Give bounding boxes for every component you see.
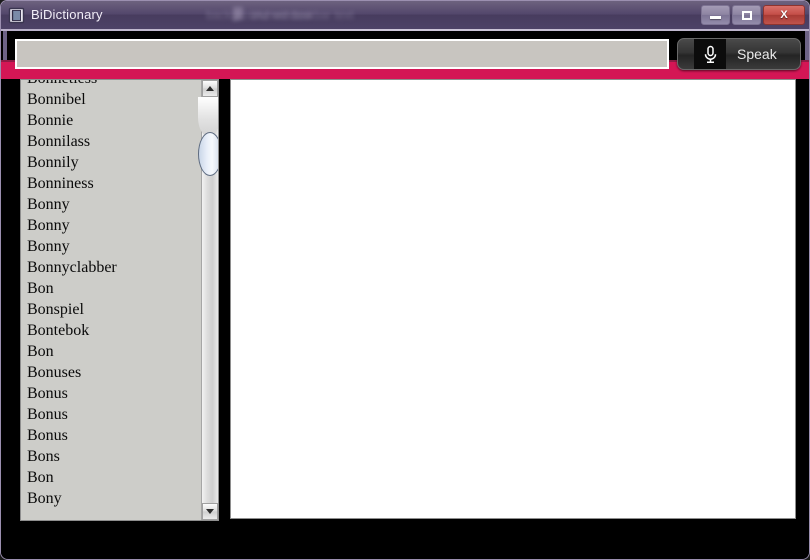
ghost-text-left: background window — [206, 8, 313, 22]
triangle-up-icon — [206, 86, 214, 91]
ghost-text-right: blurred taskbar text — [251, 8, 354, 22]
list-item[interactable]: Bonny — [21, 236, 203, 257]
scrollbar-track-cap — [198, 97, 218, 137]
list-item[interactable]: Bony — [21, 488, 203, 509]
list-item[interactable]: Bonny — [21, 215, 203, 236]
close-icon: X — [780, 9, 788, 21]
speak-button-label: Speak — [737, 46, 777, 62]
list-item[interactable]: Bonniness — [21, 173, 203, 194]
list-item[interactable]: Bonnilass — [21, 131, 203, 152]
word-list-scrollbar[interactable] — [198, 80, 218, 520]
definition-panel[interactable] — [230, 79, 796, 519]
maximize-icon — [733, 6, 760, 24]
scroll-down-button[interactable] — [202, 503, 218, 520]
list-item[interactable]: Bonus — [21, 383, 203, 404]
minimize-icon — [702, 6, 729, 24]
speak-button[interactable]: Speak — [677, 38, 801, 70]
ghost-icon — [233, 7, 243, 20]
triangle-down-icon — [206, 509, 214, 514]
word-list-panel[interactable]: BonnetlessBonnibelBonnieBonnilassBonnily… — [20, 79, 219, 521]
list-item[interactable]: Bonnibel — [21, 89, 203, 110]
list-item[interactable]: Bonnyclabber — [21, 257, 203, 278]
list-item[interactable]: Bonnily — [21, 152, 203, 173]
maximize-button[interactable] — [732, 5, 761, 25]
scrollbar-thumb[interactable] — [198, 132, 218, 176]
list-item[interactable]: Bon — [21, 467, 203, 488]
microphone-icon — [694, 39, 726, 69]
list-item[interactable]: Bonnie — [21, 110, 203, 131]
list-item[interactable]: Bonuses — [21, 362, 203, 383]
list-item[interactable]: Bon — [21, 341, 203, 362]
list-item[interactable]: Bon — [21, 278, 203, 299]
list-item[interactable]: Bonspiel — [21, 299, 203, 320]
content-area: BonnetlessBonnibelBonnieBonnilassBonnily… — [1, 79, 809, 559]
list-item[interactable]: Bonus — [21, 404, 203, 425]
book-icon — [8, 7, 25, 24]
word-list[interactable]: BonnetlessBonnibelBonnieBonnilassBonnily… — [21, 80, 203, 509]
list-item[interactable]: Bons — [21, 446, 203, 467]
titlebar-sheen — [1, 1, 809, 15]
search-input[interactable] — [15, 39, 669, 69]
scroll-up-button[interactable] — [202, 80, 218, 97]
application-window: background window blurred taskbar text B… — [0, 0, 810, 560]
title-bar[interactable]: background window blurred taskbar text B… — [1, 1, 809, 31]
titlebar-divider — [1, 29, 809, 31]
list-item[interactable]: Bonnetless — [21, 80, 203, 89]
window-title: BiDictionary — [31, 7, 103, 22]
list-item[interactable]: Bontebok — [21, 320, 203, 341]
minimize-button[interactable] — [701, 5, 730, 25]
list-item[interactable]: Bonus — [21, 425, 203, 446]
close-button[interactable]: X — [763, 5, 805, 25]
list-item[interactable]: Bonny — [21, 194, 203, 215]
